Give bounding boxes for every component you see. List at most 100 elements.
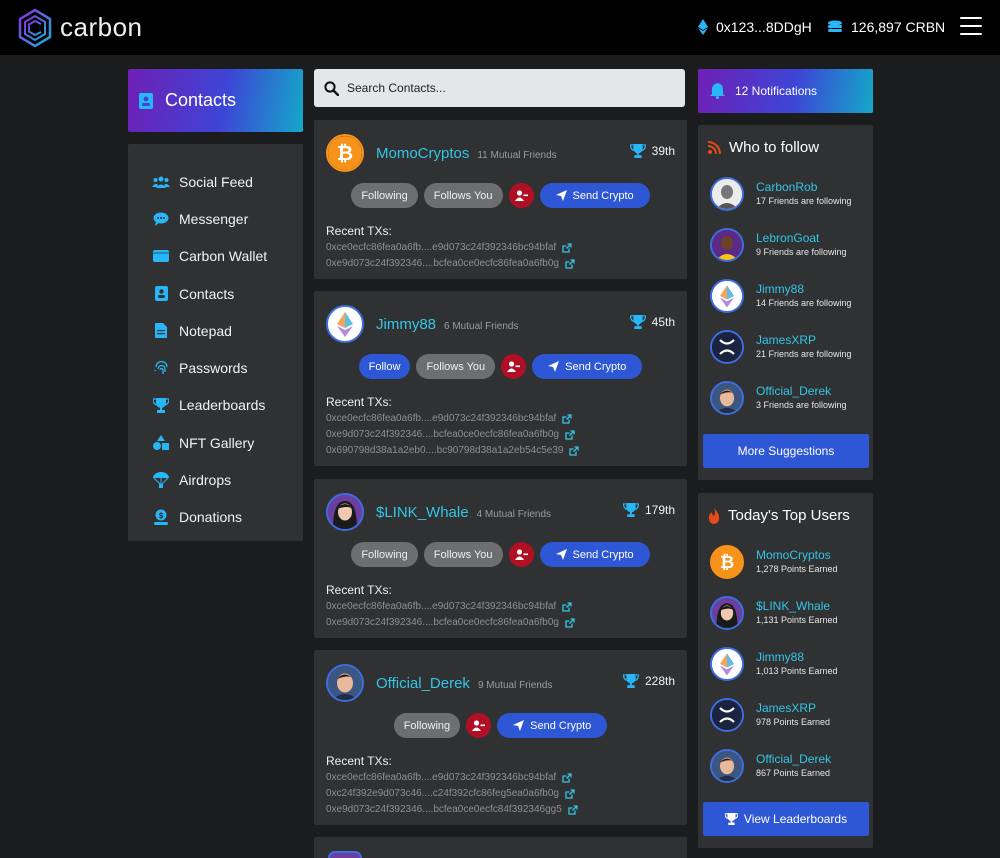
top-user-name[interactable]: JamesXRP	[756, 701, 816, 715]
avatar	[710, 228, 744, 262]
woman-avatar[interactable]	[326, 493, 364, 531]
suggestion-item[interactable]: Jimmy88 14 Friends are following	[710, 279, 870, 317]
fingerprint-icon	[151, 359, 171, 377]
sidebar-item-messenger[interactable]: Messenger	[128, 200, 303, 237]
rank: 39th	[629, 144, 675, 158]
recent-txs-heading: Recent TXs:	[326, 583, 392, 597]
carbon-logo-icon[interactable]	[18, 8, 52, 48]
remove-contact-icon[interactable]	[466, 713, 492, 738]
suggestion-name[interactable]: Official_Derek	[756, 384, 831, 398]
send-crypto-button[interactable]: Send Crypto	[539, 542, 650, 567]
send-crypto-button[interactable]: Send Crypto	[497, 713, 608, 738]
action-row: Following Send Crypto	[314, 713, 687, 738]
following-button[interactable]: Following	[393, 713, 461, 738]
external-link-icon	[565, 429, 575, 440]
sidebar-item-donations[interactable]: $ Donations	[128, 499, 303, 536]
suggestion-name[interactable]: Jimmy88	[756, 282, 804, 296]
search-icon	[324, 80, 339, 96]
ethereum-icon	[698, 19, 708, 35]
man-avatar[interactable]	[326, 664, 364, 702]
rank-value: 39th	[651, 144, 675, 158]
tx-link[interactable]: 0xce0ecfc86fea0a6fb....e9d073c24f392346b…	[326, 413, 572, 424]
bitcoin-icon[interactable]: ₿	[326, 134, 364, 172]
tx-link[interactable]: 0xce0ecfc86fea0a6fb....e9d073c24f392346b…	[326, 242, 572, 253]
tx-link[interactable]: 0xe9d073c24f392346....bcfea0ce0ecfc86fea…	[326, 258, 575, 269]
mutual-friends: 9 Mutual Friends	[477, 680, 553, 691]
suggestion-item[interactable]: JamesXRP 21 Friends are following	[710, 330, 870, 368]
top-user-item[interactable]: Jimmy88 1,013 Points Earned	[710, 647, 870, 685]
sidebar-item-leaderboards[interactable]: Leaderboards	[128, 387, 303, 424]
tx-hash: 0xce0ecfc86fea0a6fb....e9d073c24f392346b…	[326, 413, 557, 424]
users-icon	[151, 173, 171, 191]
top-user-name[interactable]: $LINK_Whale	[756, 599, 830, 613]
tx-link[interactable]: 0xe9d073c24f392346....bcfea0ce0ecfc86fea…	[326, 429, 575, 440]
view-leaderboards-label: View Leaderboards	[743, 812, 848, 826]
remove-contact-icon[interactable]	[508, 542, 534, 567]
sidebar-item-notepad[interactable]: Notepad	[128, 312, 303, 349]
external-link-icon	[562, 601, 572, 612]
send-crypto-button[interactable]: Send Crypto	[532, 354, 643, 379]
contact-name[interactable]: Jimmy88	[376, 316, 436, 333]
note-icon	[151, 322, 171, 340]
top-user-name[interactable]: Jimmy88	[756, 650, 804, 664]
tx-link[interactable]: 0xe9d073c24f392346....bcfea0ce0ecfc86fea…	[326, 617, 575, 628]
sidebar-item-airdrops[interactable]: Airdrops	[128, 461, 303, 498]
view-leaderboards-button[interactable]: View Leaderboards	[703, 802, 869, 836]
notifications-button[interactable]: 12 Notifications	[698, 69, 873, 113]
contact-card: $LINK_Whale 4 Mutual Friends 179th Follow…	[314, 479, 687, 638]
top-user-item[interactable]: $LINK_Whale 1,131 Points Earned	[710, 596, 870, 634]
recent-txs-heading: Recent TXs:	[326, 224, 392, 238]
wallet-address[interactable]: 0x123...8DDgH	[698, 19, 812, 35]
sidebar-item-label: NFT Gallery	[179, 434, 255, 451]
suggestion-item[interactable]: LebronGoat 9 Friends are following	[710, 228, 870, 266]
sidebar-item-nft-gallery[interactable]: NFT Gallery	[128, 424, 303, 461]
top-user-item[interactable]: JamesXRP 978 Points Earned	[710, 698, 870, 736]
sidebar-item-contacts[interactable]: Contacts	[128, 275, 303, 312]
contact-name[interactable]: Official_Derek	[376, 675, 470, 692]
remove-contact-icon[interactable]	[501, 354, 527, 379]
suggestion-name[interactable]: JamesXRP	[756, 333, 816, 347]
search-input[interactable]	[347, 81, 667, 95]
follow-button[interactable]: Follow	[358, 354, 411, 379]
mutual-friends: 11 Mutual Friends	[477, 150, 557, 161]
external-link-icon	[565, 258, 575, 269]
suggestion-subtitle: 21 Friends are following	[756, 349, 852, 359]
top-user-name[interactable]: MomoCryptos	[756, 548, 831, 562]
token-balance[interactable]: 126,897 CRBN	[827, 19, 945, 35]
sidebar-item-label: Donations	[179, 509, 243, 526]
ethereum-icon[interactable]	[326, 305, 364, 343]
tx-link[interactable]: 0xce0ecfc86fea0a6fb....e9d073c24f392346b…	[326, 601, 572, 612]
more-suggestions-button[interactable]: More Suggestions	[703, 434, 869, 468]
send-crypto-button[interactable]: Send Crypto	[539, 183, 650, 208]
xrp-icon	[710, 698, 744, 732]
search-bar[interactable]	[314, 69, 685, 107]
brand-name: carbon	[60, 12, 143, 42]
hamburger-menu-icon[interactable]	[960, 17, 982, 35]
tx-link[interactable]: 0xe9d073c24f392346....bcfea0ce0ecfc84f39…	[326, 804, 578, 815]
tx-link[interactable]: 0xce0ecfc86fea0a6fb....e9d073c24f392346b…	[326, 772, 572, 783]
following-button[interactable]: Following	[351, 542, 418, 567]
following-button[interactable]: Following	[351, 183, 418, 208]
top-user-item[interactable]: Official_Derek 867 Points Earned	[710, 749, 870, 787]
sidebar-item-label: Contacts	[179, 285, 235, 302]
sidebar-item-carbon-wallet[interactable]: Carbon Wallet	[128, 238, 303, 275]
who-to-follow-panel: Who to follow CarbonRob 17 Friends are f…	[698, 125, 873, 480]
suggestion-name[interactable]: CarbonRob	[756, 180, 817, 194]
chat-icon	[151, 210, 171, 228]
sidebar-item-label: Notepad	[179, 322, 232, 339]
contact-name[interactable]: $LINK_Whale	[376, 504, 469, 521]
sidebar-item-passwords[interactable]: Passwords	[128, 349, 303, 386]
tx-link[interactable]: 0xc24f392e9d073c46....c24f392cfc86feg5ea…	[326, 788, 575, 799]
suggestion-item[interactable]: CarbonRob 17 Friends are following	[710, 177, 870, 215]
remove-contact-icon[interactable]	[508, 183, 534, 208]
send-crypto-label: Send Crypto	[572, 189, 634, 202]
top-user-item[interactable]: ₿ MomoCryptos 1,278 Points Earned	[710, 545, 870, 583]
contact-name[interactable]: MomoCryptos	[376, 145, 469, 162]
external-link-icon	[565, 617, 575, 628]
top-user-name[interactable]: Official_Derek	[756, 752, 831, 766]
suggestion-name[interactable]: LebronGoat	[756, 231, 819, 245]
suggestion-item[interactable]: Official_Derek 3 Friends are following	[710, 381, 870, 419]
recent-txs-heading: Recent TXs:	[326, 395, 392, 409]
tx-link[interactable]: 0x690798d38a1a2eb0....bc90798d38a1a2eb54…	[326, 445, 580, 456]
sidebar-item-social-feed[interactable]: Social Feed	[128, 163, 303, 200]
